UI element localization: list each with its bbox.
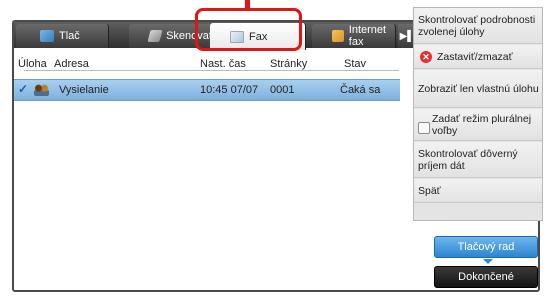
menu-stop-delete[interactable]: ✕ Zastaviť/zmazať <box>414 45 542 69</box>
tab-fax[interactable]: Fax <box>210 23 306 50</box>
checkmark-icon: ✓ <box>18 82 29 96</box>
tab-print-label: Tlač <box>59 30 80 42</box>
menu-show-own-job-label: Zobraziť len vlastnú úlohu <box>418 82 539 95</box>
multi-select-checkbox[interactable] <box>418 122 430 134</box>
stop-icon: ✕ <box>420 50 432 63</box>
people-icon <box>34 84 49 96</box>
column-header-status: Stav <box>344 58 367 70</box>
menu-confidential-rx-label: Skontrolovať dôverný príjem dát <box>418 147 518 172</box>
tab-scan-label: Skenovať <box>166 30 213 42</box>
menu-check-details[interactable]: Skontrolovať podrobnosti zvolenej úlohy <box>414 8 542 44</box>
menu-show-own-job[interactable]: Zobraziť len vlastnú úlohu <box>414 70 542 108</box>
internet-fax-icon <box>332 30 344 42</box>
header-divider <box>24 70 399 71</box>
row-task: Vysielanie <box>59 84 109 96</box>
callout-pointer <box>245 0 250 10</box>
menu-stop-delete-label: Zastaviť/zmazať <box>437 50 513 63</box>
tab-fax-label: Fax <box>249 30 268 43</box>
column-header-address: Adresa <box>54 58 89 70</box>
completed-button[interactable]: Dokončené <box>434 266 538 288</box>
tab-internet-fax-label: Internet fax <box>348 24 387 48</box>
tab-scan[interactable]: Skenovať <box>129 24 214 48</box>
menu-multi-select[interactable]: Zadať režim plurálnej voľby <box>414 109 542 141</box>
table-row[interactable]: ✓ Vysielanie 10:45 07/07 0001 Čaká sa <box>14 79 400 101</box>
scan-icon <box>147 30 163 42</box>
menu-confidential-rx[interactable]: Skontrolovať dôverný príjem dát <box>414 142 542 178</box>
menu-check-details-label: Skontrolovať podrobnosti zvolenej úlohy <box>418 13 536 38</box>
column-header-pages: Stránky <box>270 58 308 70</box>
print-icon <box>40 30 54 42</box>
row-pages: 0001 <box>270 84 295 96</box>
tab-print[interactable]: Tlač <box>16 24 109 48</box>
tab-internet-fax[interactable]: Internet fax <box>312 24 396 48</box>
menu-back[interactable]: Späť <box>414 179 542 203</box>
row-status: Čaká sa <box>340 84 381 96</box>
column-header-time: Nast. čas <box>200 58 246 70</box>
menu-multi-select-label: Zadať režim plurálnej voľby <box>432 112 532 137</box>
column-header-task: Úloha <box>18 58 47 70</box>
menu-back-label: Späť <box>418 184 441 197</box>
fax-icon <box>230 30 244 43</box>
action-menu: Skontrolovať podrobnosti zvolenej úlohy … <box>413 7 543 221</box>
queue-caret-icon <box>483 259 493 264</box>
row-time: 10:45 07/07 <box>200 84 259 96</box>
queue-button[interactable]: Tlačový rad <box>434 236 538 258</box>
